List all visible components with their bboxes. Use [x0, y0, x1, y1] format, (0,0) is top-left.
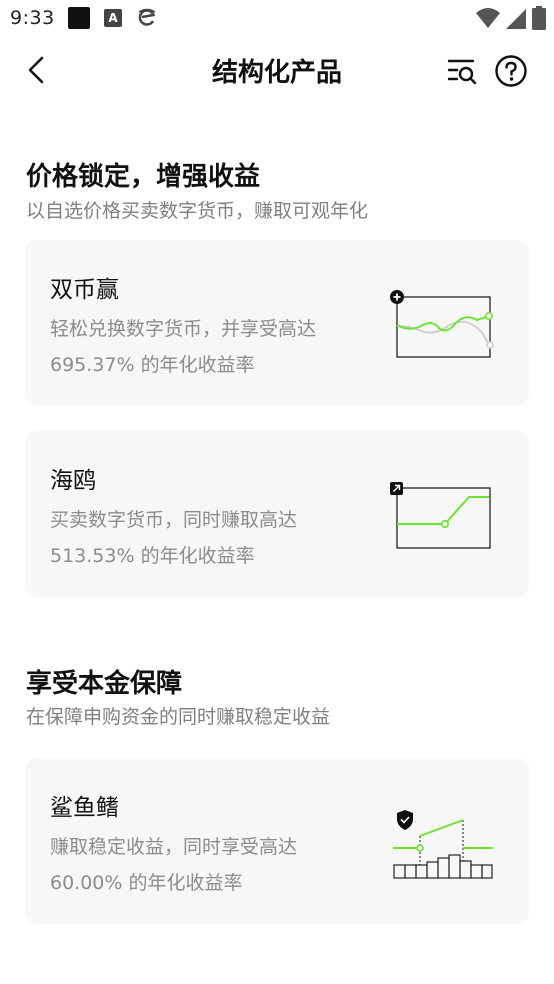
product-name: 海鸥	[50, 468, 96, 494]
product-desc-line1: 赚取稳定收益，同时享受高达	[50, 836, 298, 858]
product-desc-line2: 60.00% 的年化收益率	[50, 872, 243, 894]
signal-icon	[506, 9, 526, 29]
product-desc-line2: 695.37% 的年化收益率	[50, 354, 255, 376]
product-desc-line2: 513.53% 的年化收益率	[50, 545, 255, 567]
product-card-shark-fin[interactable]: 鲨鱼鳍 赚取稳定收益，同时享受高达 60.00% 的年化收益率	[25, 758, 529, 924]
help-circle-icon[interactable]	[494, 54, 528, 88]
wifi-icon	[476, 8, 500, 28]
status-right-icons	[476, 6, 546, 30]
status-time: 9:33	[10, 7, 55, 29]
product-name: 鲨鱼鳍	[50, 795, 119, 821]
section-subtitle-price-lock: 以自选价格买卖数字货币，赚取可观年化	[26, 200, 369, 222]
product-desc-line1: 轻松兑换数字货币，并享受高达	[50, 318, 317, 340]
dual-currency-wave-icon	[390, 290, 494, 358]
shark-fin-shield-icon	[393, 810, 493, 879]
search-list-icon[interactable]	[446, 55, 478, 87]
product-name: 双币赢	[50, 277, 119, 303]
product-card-seagull[interactable]: 海鸥 买卖数字货币，同时赚取高达 513.53% 的年化收益率	[25, 431, 529, 597]
seagull-step-icon	[390, 482, 491, 549]
product-desc-line1: 买卖数字货币，同时赚取高达	[50, 509, 298, 531]
battery-icon	[532, 6, 546, 30]
product-card-dual-currency[interactable]: 双币赢 轻松兑换数字货币，并享受高达 695.37% 的年化收益率	[25, 240, 529, 406]
section-subtitle-principal-protection: 在保障申购资金的同时赚取稳定收益	[26, 706, 331, 728]
header-bar: 结构化产品	[0, 42, 554, 98]
browser-e-icon	[138, 8, 156, 26]
app-square-icon	[68, 7, 90, 29]
section-title-price-lock: 价格锁定，增强收益	[26, 162, 261, 192]
status-bar: 9:33 A	[0, 0, 554, 36]
section-title-principal-protection: 享受本金保障	[26, 669, 183, 699]
a-letter-icon: A	[104, 9, 122, 27]
